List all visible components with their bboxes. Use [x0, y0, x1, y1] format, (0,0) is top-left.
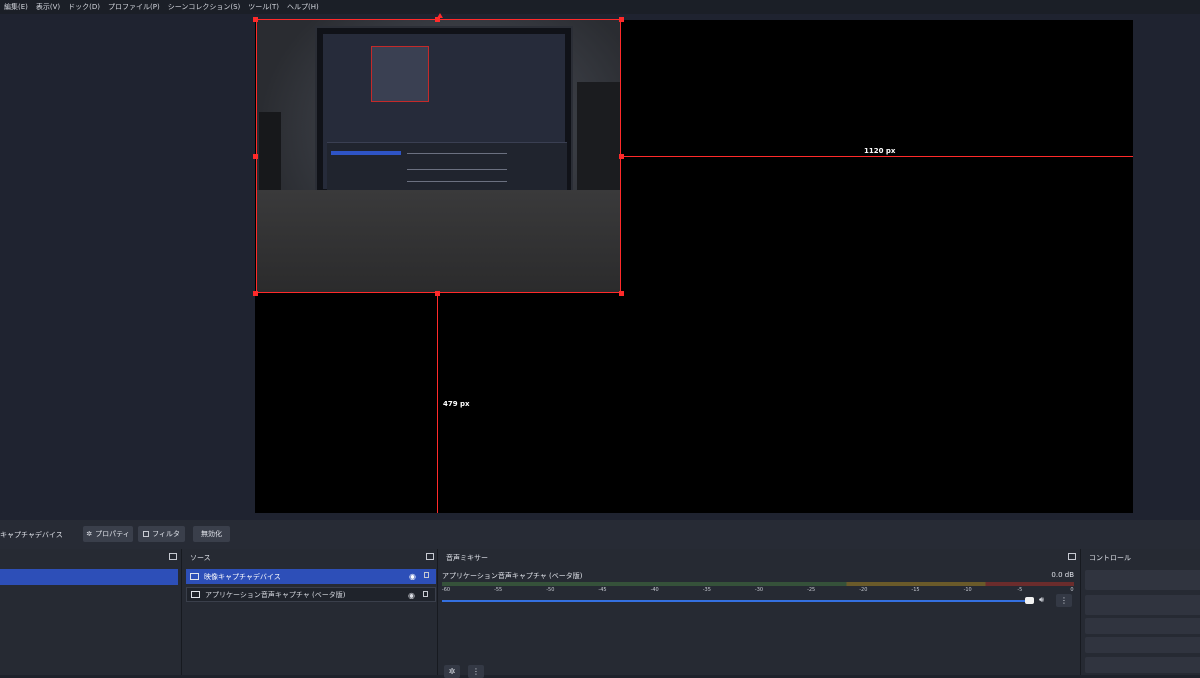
resize-handle-tl[interactable] [253, 17, 258, 22]
source-item-video-capture[interactable]: 映像キャプチャデバイス ◉ [186, 569, 436, 584]
source-item-app-audio[interactable]: アプリケーション音声キャプチャ (ベータ版) ◉ [186, 587, 436, 602]
rotation-handle[interactable] [437, 13, 443, 18]
menu-bar: 編集(E) 表示(V) ドック(D) プロファイル(P) シーンコレクション(S… [0, 0, 1200, 14]
undock-icon[interactable] [169, 553, 177, 560]
meter-tick-label: -5 [1017, 587, 1023, 593]
disable-button-label: 無効化 [201, 530, 222, 538]
menu-help[interactable]: ヘルプ(H) [287, 2, 319, 12]
source-item-label: 映像キャプチャデバイス [204, 572, 281, 581]
volume-slider-handle[interactable] [1025, 597, 1034, 604]
meter-tick-label: -50 [546, 587, 555, 593]
menu-view[interactable]: 表示(V) [36, 2, 60, 12]
meter-tick-label: -55 [494, 587, 503, 593]
filters-button-label: フィルタ [152, 530, 180, 538]
controls-dock: コントロール [1080, 549, 1200, 675]
speaker-left [259, 112, 281, 192]
menu-edit[interactable]: 編集(E) [4, 2, 28, 12]
lock-icon[interactable] [423, 591, 428, 597]
meter-tick-label: -30 [754, 587, 764, 593]
eye-icon[interactable]: ◉ [409, 572, 416, 581]
properties-button[interactable]: ✲ プロパティ [83, 526, 133, 542]
mini-selected-row [331, 151, 401, 155]
lock-icon[interactable] [424, 572, 429, 578]
audio-mixer-title: 音声ミキサー [446, 554, 488, 562]
gear-icon: ✲ [86, 530, 93, 538]
meter-tick-label: -35 [702, 587, 711, 593]
meter-tick-label: -45 [598, 587, 607, 593]
mini-docks [327, 142, 567, 191]
undock-icon[interactable] [426, 553, 434, 560]
menu-profile[interactable]: プロファイル(P) [108, 2, 160, 12]
disable-button[interactable]: 無効化 [193, 526, 230, 542]
scenes-dock [0, 549, 181, 675]
control-button[interactable] [1085, 570, 1200, 590]
sources-dock: ソース 映像キャプチャデバイス ◉ アプリケーション音声キャプチャ (ベータ版)… [181, 549, 437, 675]
resize-handle-left[interactable] [253, 154, 258, 159]
menu-scene-collection[interactable]: シーンコレクション(S) [168, 2, 241, 12]
meter-tick-label: 0 [1070, 587, 1074, 593]
meter-tick-label: -15 [911, 587, 920, 593]
resize-handle-br[interactable] [619, 291, 624, 296]
filter-icon [143, 531, 150, 537]
meter-tick-label: -25 [807, 587, 816, 593]
meter-tick-label: -40 [650, 587, 659, 593]
control-button[interactable] [1085, 618, 1200, 634]
volume-meter [442, 582, 1074, 586]
channel-menu-button[interactable]: ⋮ [1056, 594, 1072, 607]
sources-dock-title: ソース [190, 554, 211, 562]
height-guide-label: 479 px [443, 400, 470, 408]
resize-handle-tr[interactable] [619, 17, 624, 22]
menu-docks[interactable]: ドック(D) [68, 2, 100, 12]
properties-button-label: プロパティ [95, 530, 130, 538]
scene-item-selected[interactable] [0, 569, 178, 585]
control-button[interactable] [1085, 637, 1200, 653]
controls-title: コントロール [1089, 554, 1131, 562]
meter-tick-label: -60 [441, 587, 451, 593]
mixer-db-value: 0.0 dB [1051, 571, 1074, 579]
mixer-channel-label: アプリケーション音声キャプチャ (ベータ版) [442, 572, 583, 580]
volume-slider[interactable] [442, 600, 1030, 602]
undock-icon[interactable] [1068, 553, 1076, 560]
audio-mixer-dock: 音声ミキサー アプリケーション音声キャプチャ (ベータ版) 0.0 dB -60… [437, 549, 1080, 678]
speaker-right [577, 82, 620, 192]
monitor-image [315, 26, 573, 196]
resize-handle-bl[interactable] [253, 291, 258, 296]
source-item-label: アプリケーション音声キャプチャ (ベータ版) [205, 590, 346, 599]
monitor-screen [323, 34, 567, 191]
height-guide-line [437, 293, 438, 513]
meter-tick-label: -20 [859, 587, 868, 593]
mixer-menu-button[interactable]: ⋮ [468, 665, 484, 678]
video-capture-source[interactable] [256, 19, 621, 293]
desk-surface [257, 190, 620, 292]
mini-meter [407, 181, 507, 182]
camera-icon [190, 573, 199, 580]
selected-source-name: キャプチャデバイス [0, 531, 63, 539]
menu-tools[interactable]: ツール(T) [248, 2, 279, 12]
volume-meter-ticks: -60 -55 -50 -45 -40 -35 -30 -25 -20 -15 -10 -5 0 [438, 587, 1078, 595]
kebab-icon: ⋮ [1060, 596, 1068, 605]
speaker-icon[interactable]: 🔊︎ [1039, 595, 1044, 605]
filters-button[interactable]: フィルタ [138, 526, 185, 542]
eye-icon[interactable]: ◉ [408, 591, 415, 600]
control-button[interactable] [1085, 657, 1200, 673]
control-button[interactable] [1085, 595, 1200, 615]
mixer-settings-button[interactable]: ✲ [444, 665, 460, 678]
mini-meter [407, 153, 507, 154]
meter-tick-label: -10 [963, 587, 972, 593]
width-guide-line [621, 156, 1133, 157]
window-icon [191, 591, 200, 598]
width-guide-label: 1120 px [864, 147, 896, 155]
mini-preview [371, 46, 429, 102]
mini-meter [407, 169, 507, 170]
